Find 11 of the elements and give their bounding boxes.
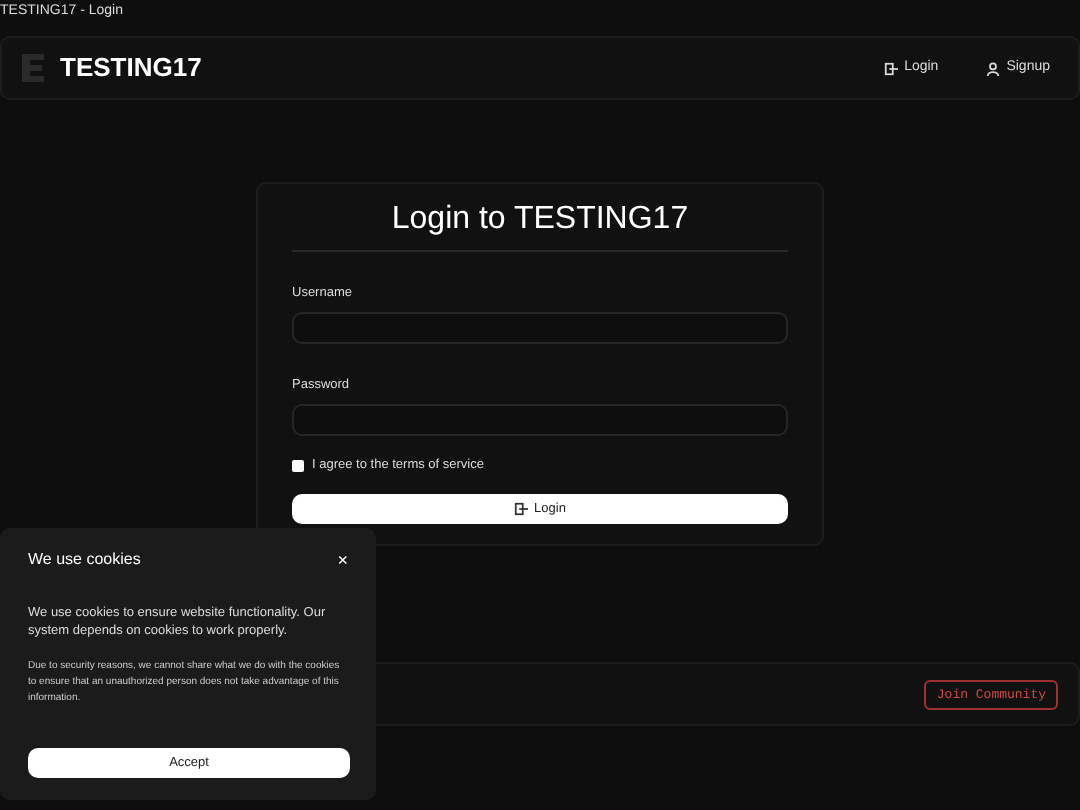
input-field[interactable] [292,403,788,436]
popup-title: We use cookies [28,548,141,572]
close-button[interactable]: × [337,551,348,569]
input-field[interactable] [292,311,788,344]
card-title: Login to TESTING17 [292,200,788,253]
user-icon [986,61,1001,75]
checkbox[interactable] [292,459,304,472]
logo-icon [22,54,44,82]
brand-name: TESTING17 [60,50,202,87]
login-icon [514,502,529,517]
login-icon [884,61,899,75]
